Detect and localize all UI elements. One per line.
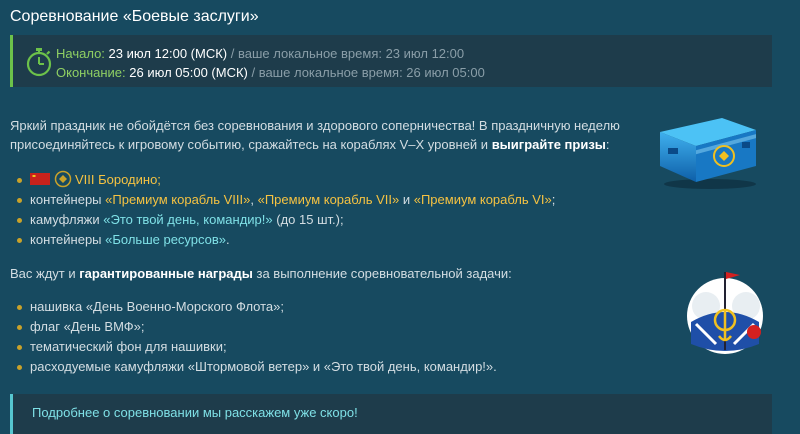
footer-note: Подробнее о соревновании мы расскажем уж…	[32, 405, 358, 420]
bullet-icon	[17, 325, 22, 330]
bullet-icon	[17, 365, 22, 370]
tier-viii-icon	[54, 170, 72, 188]
intro-paragraph: Яркий праздник не обойдётся без соревнов…	[10, 116, 620, 154]
container-premium-8: «Премиум корабль VIII»	[105, 192, 251, 207]
bullet-icon	[17, 178, 22, 183]
intro-tail: :	[605, 137, 610, 152]
bullet-icon	[17, 198, 22, 203]
item-text: ,	[250, 192, 258, 207]
stopwatch-icon	[26, 48, 52, 77]
navy-day-patch-image	[687, 272, 763, 354]
reward-text: тематический фон для нашивки;	[30, 339, 227, 354]
item-text: ;	[551, 192, 556, 207]
start-value: 23 июл 12:00 (МСК)	[108, 46, 228, 61]
camo-name: «Это твой день, командир!»	[103, 212, 273, 227]
list-item: контейнеры «Больше ресурсов».	[10, 230, 555, 250]
start-label: Начало:	[56, 46, 105, 61]
container-more-resources: «Больше ресурсов»	[105, 232, 227, 247]
list-item: тематический фон для нашивки;	[10, 337, 497, 357]
rewards-intro-text: Вас ждут и	[10, 266, 80, 281]
end-date-line: Окончание: 26 июл 05:00 (МСК) / ваше лок…	[56, 65, 485, 80]
list-item: нашивка «День Военно-Морского Флота»;	[10, 297, 497, 317]
bullet-icon	[17, 345, 22, 350]
list-item: расходуемые камуфляжи «Штормовой ветер» …	[10, 357, 497, 377]
rewards-intro: Вас ждут и гарантированные награды за вы…	[10, 266, 512, 281]
ussr-flag-icon	[30, 173, 50, 185]
reward-text: нашивка «День Военно-Морского Флота»;	[30, 299, 285, 314]
item-text: камуфляжи	[30, 212, 104, 227]
prize-list: VIII Бородино; контейнеры «Премиум кораб…	[10, 170, 555, 250]
reward-text: флаг «День ВМФ»;	[30, 319, 145, 334]
list-item: камуфляжи «Это твой день, командир!» (до…	[10, 210, 555, 230]
container-premium-6: «Премиум корабль VI»	[413, 192, 552, 207]
end-value: 26 июл 05:00 (МСК)	[129, 65, 248, 80]
page-title: Соревнование «Боевые заслуги»	[10, 8, 259, 25]
end-local-time: / ваше локальное время: 26 июл 05:00	[247, 65, 485, 80]
list-item: VIII Бородино;	[10, 170, 555, 190]
rewards-intro-tail: за выполнение соревновательной задачи:	[252, 266, 512, 281]
item-text: и	[399, 192, 414, 207]
intro-bold: выиграйте призы	[491, 137, 606, 152]
rewards-list: нашивка «День Военно-Морского Флота»; фл…	[10, 297, 497, 377]
rewards-intro-bold: гарантированные награды	[79, 266, 253, 281]
item-text: .	[226, 232, 230, 247]
prize-ship-name: VIII Бородино;	[75, 172, 161, 187]
reward-text: расходуемые камуфляжи «Штормовой ветер» …	[30, 359, 497, 374]
item-text: (до 15 шт.);	[272, 212, 344, 227]
bullet-icon	[17, 218, 22, 223]
event-dates-panel: Начало: 23 июл 12:00 (МСК) / ваше локаль…	[10, 35, 772, 87]
item-text: контейнеры	[30, 232, 106, 247]
end-label: Окончание:	[56, 65, 126, 80]
start-date-line: Начало: 23 июл 12:00 (МСК) / ваше локаль…	[56, 46, 464, 61]
start-local-time: / ваше локальное время: 23 июл 12:00	[227, 46, 465, 61]
footer-note-panel: Подробнее о соревновании мы расскажем уж…	[10, 394, 772, 434]
container-premium-7: «Премиум корабль VII»	[257, 192, 400, 207]
item-text: контейнеры	[30, 192, 106, 207]
bullet-icon	[17, 238, 22, 243]
container-image	[660, 118, 756, 189]
list-item: флаг «День ВМФ»;	[10, 317, 497, 337]
list-item: контейнеры «Премиум корабль VIII», «Прем…	[10, 190, 555, 210]
bullet-icon	[17, 305, 22, 310]
